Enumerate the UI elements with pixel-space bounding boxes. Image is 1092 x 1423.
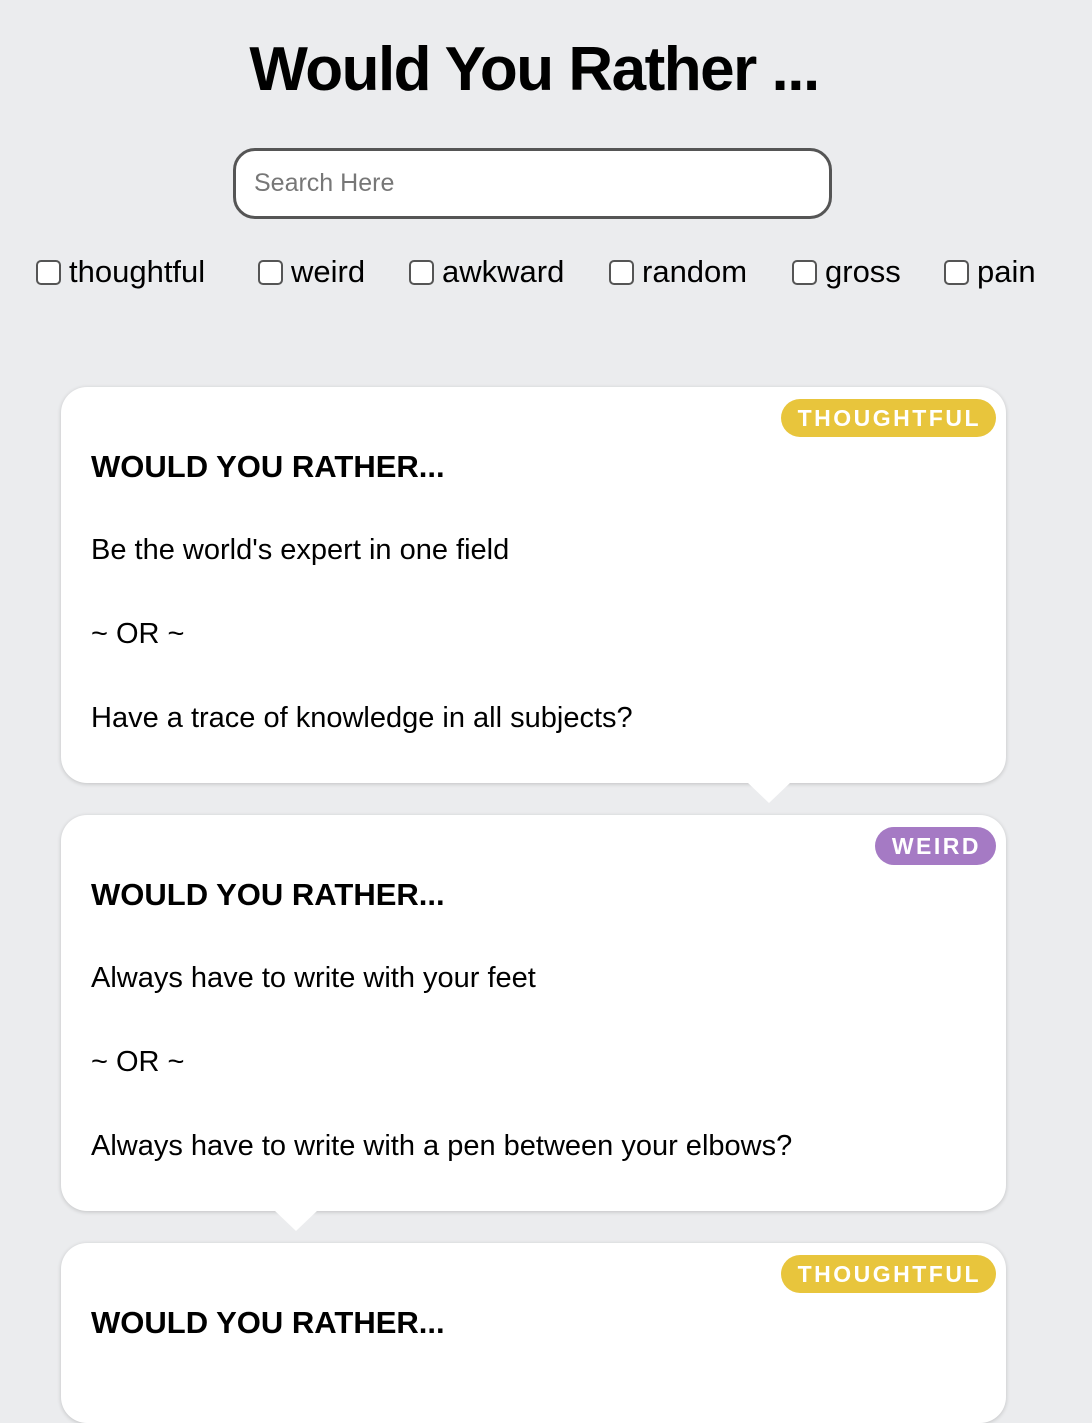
thoughtful-checkbox[interactable] [36,259,61,285]
option-a: Always have to write with your feet [91,962,536,994]
weird-checkbox[interactable] [258,259,283,285]
filter-weird[interactable]: weird [258,252,365,292]
speech-pointer [274,1210,318,1231]
search-box [233,148,832,219]
question-card: THOUGHTFUL WOULD YOU RATHER... [61,1243,1006,1423]
filter-label: weird [291,254,366,289]
or-separator: ~ OR ~ [91,1046,185,1078]
random-checkbox[interactable] [609,259,634,285]
gross-checkbox[interactable] [792,259,817,285]
pain-checkbox[interactable] [944,259,969,285]
page-title: Would You Rather ... [249,35,820,104]
filter-label: random [642,254,748,289]
filter-gross[interactable]: gross [792,252,901,292]
filter-thoughtful[interactable]: thoughtful [36,252,205,292]
speech-pointer [747,782,791,803]
filter-label: awkward [442,254,565,289]
category-badge: THOUGHTFUL [780,1255,996,1293]
or-separator: ~ OR ~ [91,618,185,650]
category-badge: WEIRD [874,827,996,865]
category-filters: thoughtful weird awkward random gross pa… [0,252,1092,296]
question-card: THOUGHTFUL WOULD YOU RATHER... Be the wo… [61,387,1006,803]
filter-random[interactable]: random [609,252,747,292]
option-a: Be the world's expert in one field [91,534,510,566]
filter-awkward[interactable]: awkward [409,252,564,292]
option-b: Always have to write with a pen between … [91,1130,793,1162]
filter-label: thoughtful [69,254,206,289]
filter-label: gross [825,254,901,289]
card-heading: WOULD YOU RATHER... [91,1305,445,1340]
filter-pain[interactable]: pain [944,252,1036,292]
category-badge: THOUGHTFUL [780,399,996,437]
card-heading: WOULD YOU RATHER... [91,877,445,912]
filter-label: pain [977,254,1036,289]
option-b: Have a trace of knowledge in all subject… [91,702,633,734]
search-input[interactable] [233,148,832,219]
awkward-checkbox[interactable] [409,259,434,285]
question-card: WEIRD WOULD YOU RATHER... Always have to… [61,815,1006,1231]
card-heading: WOULD YOU RATHER... [91,449,445,484]
